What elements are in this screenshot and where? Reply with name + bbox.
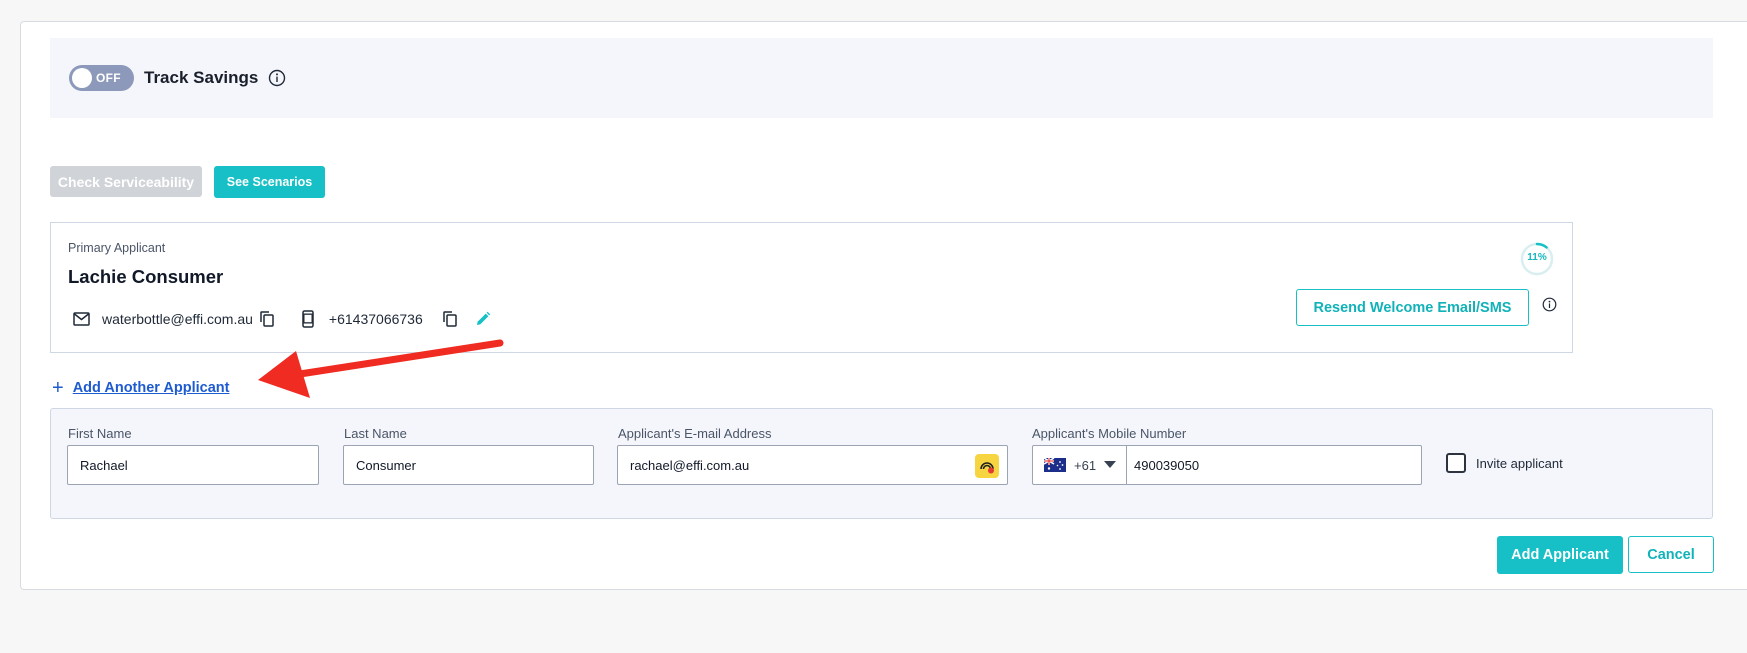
toggle-state-label: OFF	[96, 71, 121, 85]
last-name-value: Consumer	[356, 457, 416, 473]
copy-icon[interactable]	[259, 310, 275, 328]
add-another-applicant-label: Add Another Applicant	[72, 380, 230, 396]
country-code: +61	[1074, 457, 1097, 473]
mobile-number-field: +61 490039050	[1032, 445, 1422, 485]
email-value: rachael@effi.com.au	[630, 457, 750, 473]
mobile-number-value[interactable]: 490039050	[1127, 458, 1199, 473]
applicant-email: waterbottle@effi.com.au	[102, 311, 253, 327]
info-icon[interactable]	[1542, 297, 1557, 312]
first-name-value: Rachael	[80, 457, 128, 473]
mobile-icon	[302, 310, 314, 328]
applicant-contact-row: waterbottle@effi.com.au +61437066736	[73, 309, 491, 329]
first-name-label: First Name	[68, 426, 132, 441]
primary-applicant-card: Primary Applicant Lachie Consumer waterb…	[50, 222, 1573, 353]
invite-applicant-label: Invite applicant	[1476, 455, 1563, 471]
invite-applicant-checkbox[interactable]	[1446, 453, 1466, 473]
country-code-select[interactable]: +61	[1033, 446, 1127, 484]
plus-icon: +	[52, 377, 64, 399]
last-name-label: Last Name	[344, 426, 407, 441]
caret-down-icon	[1104, 461, 1117, 468]
track-savings-toggle[interactable]: OFF	[69, 65, 134, 91]
email-label: Applicant's E-mail Address	[618, 426, 772, 441]
applicant-phone: +61437066736	[328, 311, 423, 327]
see-scenarios-button[interactable]: See Scenarios	[214, 166, 325, 198]
australia-flag-icon	[1044, 458, 1066, 472]
last-name-field[interactable]: Consumer	[343, 445, 594, 485]
mobile-label: Applicant's Mobile Number	[1032, 426, 1187, 441]
applicant-role: Primary Applicant	[68, 241, 166, 255]
add-applicant-button[interactable]: Add Applicant	[1497, 536, 1623, 574]
new-applicant-form: First Name Rachael Last Name Consumer Ap…	[50, 408, 1713, 519]
invite-applicant-option[interactable]: Invite applicant	[1446, 453, 1563, 473]
resend-welcome-button[interactable]: Resend Welcome Email/SMS	[1296, 289, 1529, 326]
email-field[interactable]: rachael@effi.com.au	[617, 445, 1008, 485]
track-savings-panel: OFF Track Savings	[50, 38, 1713, 118]
toggle-knob	[72, 68, 92, 88]
cancel-button[interactable]: Cancel	[1628, 536, 1714, 573]
add-another-applicant-link[interactable]: + Add Another Applicant	[52, 378, 230, 398]
info-icon[interactable]	[268, 69, 286, 87]
autofill-extension-icon[interactable]	[975, 454, 999, 478]
track-savings-label: Track Savings	[144, 68, 259, 87]
edit-pencil-icon[interactable]	[475, 311, 491, 327]
first-name-field[interactable]: Rachael	[67, 445, 319, 485]
applicant-name: Lachie Consumer	[68, 266, 224, 287]
mail-icon	[73, 312, 90, 326]
profile-progress-ring: 11%	[1519, 241, 1555, 277]
check-serviceability-button[interactable]: Check Serviceability	[50, 166, 202, 197]
copy-icon[interactable]	[442, 310, 458, 328]
progress-percent: 11%	[1527, 252, 1547, 263]
